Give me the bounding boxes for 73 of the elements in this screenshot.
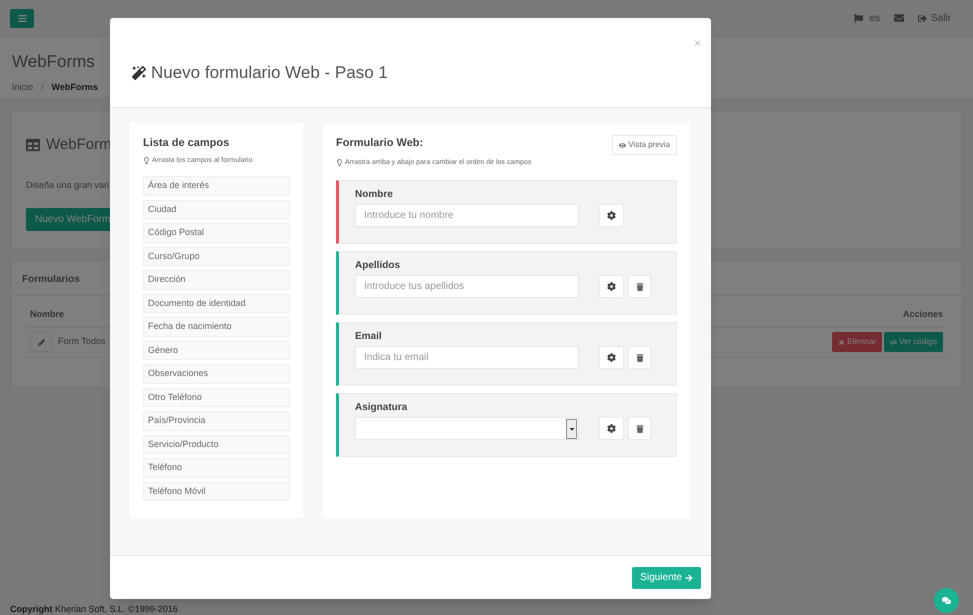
text-input-field[interactable]: Indica tu email [355, 346, 579, 369]
flag-icon [854, 14, 864, 22]
table-icon [26, 138, 40, 152]
chat-icon [942, 596, 951, 605]
footer-text: Copyright Kherian Soft, S.L. ©1999-2016 [10, 603, 178, 615]
logout-button[interactable]: Salir [918, 10, 951, 26]
settings-button[interactable] [599, 346, 624, 369]
draggable-field-item[interactable]: Curso/Grupo [143, 246, 290, 266]
field-label: Email [355, 330, 383, 344]
settings-icon [607, 353, 616, 362]
draggable-field-item[interactable]: País/Provincia [143, 411, 290, 430]
draggable-field-item[interactable]: Teléfono Móvil [143, 482, 290, 501]
field-label: Nombre [355, 188, 394, 202]
column-header: Nombre [30, 308, 64, 321]
lightbulb-icon [143, 157, 150, 164]
settings-button[interactable] [599, 204, 624, 227]
draggable-field-item[interactable]: Dirección [143, 270, 290, 290]
column-header: Acciones [902, 308, 943, 321]
logout-icon [918, 14, 927, 22]
code-icon [890, 338, 898, 346]
text-input-field[interactable]: Introduce tu nombre [355, 204, 579, 227]
trash-icon [636, 424, 644, 432]
trash-icon [636, 282, 644, 290]
breadcrumb-link[interactable]: WebForms [52, 80, 98, 94]
delete-button[interactable] [628, 275, 651, 298]
next-button[interactable]: Siguiente [632, 566, 701, 588]
draggable-field-item[interactable]: Otro Teléfono [143, 388, 290, 407]
draggable-field-item[interactable]: Documento de identidad [143, 294, 290, 313]
draggable-field-item[interactable]: Área de interés [143, 176, 290, 196]
field-label: Apellidos [355, 259, 402, 273]
delete-button[interactable] [628, 346, 651, 369]
arrow-right-icon [685, 574, 693, 582]
field-label: Asignatura [355, 401, 408, 415]
eye-icon [619, 142, 626, 148]
form-field-card[interactable]: Nombre Introduce tu nombre [336, 180, 677, 244]
form-field-card[interactable]: Email Indica tu email [336, 322, 677, 386]
edit-button[interactable] [30, 332, 52, 352]
lightbulb-icon [336, 159, 343, 166]
panel-title: Lista de campos [143, 136, 230, 151]
form-field-card[interactable]: Asignatura [336, 393, 677, 457]
draggable-field-item[interactable]: Ciudad [143, 200, 290, 219]
draggable-field-item[interactable]: Fecha de nacimiento [143, 317, 290, 336]
draggable-field-item[interactable]: Código Postal [143, 223, 290, 242]
form-field-card[interactable]: Apellidos Introduce tus apellidos [336, 251, 677, 315]
draggable-field-item[interactable]: Servicio/Producto [143, 434, 290, 454]
card-description: Diseña una gran vari [26, 178, 110, 192]
draggable-field-item[interactable]: Teléfono [143, 458, 290, 478]
delete-button[interactable] [628, 417, 651, 440]
settings-button[interactable] [599, 417, 624, 440]
modal-title: Nuevo formulario Web - Paso 1 [151, 62, 388, 84]
settings-button[interactable] [599, 275, 624, 298]
preview-button[interactable]: Vista previa [612, 135, 677, 155]
page-title: WebForms [12, 51, 95, 73]
breadcrumb-separator: / [41, 80, 44, 94]
menu-icon [18, 14, 26, 22]
settings-icon [607, 282, 616, 291]
mail-icon[interactable] [894, 13, 904, 23]
draggable-field-item[interactable]: Observaciones [143, 364, 290, 384]
trash-icon [636, 354, 644, 362]
breadcrumb-link[interactable]: Inicio [12, 80, 34, 94]
settings-icon [607, 424, 616, 433]
text-input-field[interactable]: Introduce tus apellidos [355, 275, 579, 298]
magic-wand-icon [132, 66, 146, 80]
draggable-field-item[interactable]: Género [143, 340, 290, 360]
close-icon [838, 338, 846, 346]
chat-button[interactable] [934, 588, 959, 613]
settings-icon [607, 211, 616, 220]
table-cell-text: Form Todos [58, 335, 106, 348]
pencil-icon [38, 338, 44, 346]
panel-title: Formulario Web: [336, 136, 424, 151]
card-title: WebForm [46, 135, 112, 155]
language-button[interactable]: es [854, 10, 880, 26]
select-field[interactable] [355, 417, 579, 440]
